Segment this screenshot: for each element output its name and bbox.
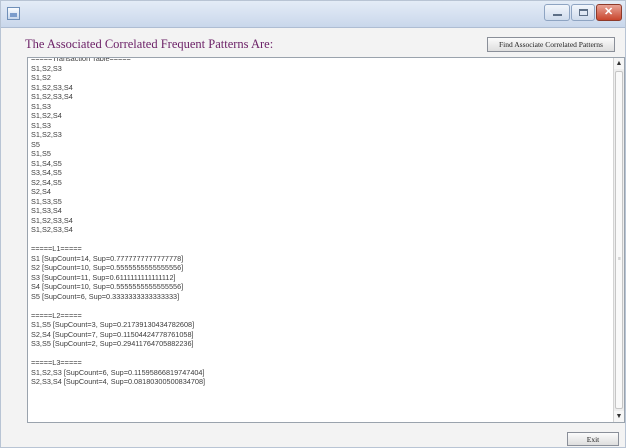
output-line: S1,S2 bbox=[31, 73, 51, 82]
output-line: S1,S5 [SupCount=3, Sup=0.217391304347826… bbox=[31, 320, 195, 329]
output-line: S1,S2,S3 bbox=[31, 130, 62, 139]
output-line: S3 [SupCount=11, Sup=0.6111111111111112] bbox=[31, 272, 176, 282]
output-line: S1,S2,S3,S4 bbox=[31, 82, 73, 92]
vertical-scrollbar[interactable]: ▲ ≡ ▼ bbox=[613, 58, 624, 422]
output-line: S1 [SupCount=14, Sup=0.7777777777777778] bbox=[31, 253, 184, 263]
output-line: S1,S3,S5 bbox=[31, 196, 62, 206]
scroll-grip-icon: ≡ bbox=[618, 256, 621, 262]
output-line: S2,S3,S4 [SupCount=4, Sup=0.081803005008… bbox=[31, 377, 206, 386]
output-line: S1,S2,S3 bbox=[31, 63, 62, 73]
output-line: S2 [SupCount=10, Sup=0.5555555555555556] bbox=[31, 263, 184, 272]
scroll-down-arrow-icon[interactable]: ▼ bbox=[614, 411, 624, 422]
output-line: S3,S5 [SupCount=2, Sup=0.294117647058822… bbox=[31, 339, 194, 348]
output-line: S1,S5 bbox=[31, 149, 51, 158]
output-line: =====L2===== bbox=[31, 310, 82, 320]
close-icon[interactable] bbox=[596, 4, 622, 21]
output-text-area[interactable]: =====Transaction Table===== S1,S2,S3 S1,S2… bbox=[27, 57, 625, 423]
output-line: S1,S3 bbox=[31, 101, 51, 111]
result-heading: The Associated Correlated Frequent Patte… bbox=[25, 37, 274, 51]
output-line: S1,S3 bbox=[31, 120, 51, 130]
scroll-up-arrow-icon[interactable]: ▲ bbox=[614, 58, 624, 69]
output-line: S5 [SupCount=6, Sup=0.3333333333333333] bbox=[31, 291, 180, 301]
output-line: =====L1===== bbox=[31, 244, 82, 253]
output-line: S2,S4,S5 bbox=[31, 177, 62, 187]
output-line: S1,S2,S3 [SupCount=6, Sup=0.115958668197… bbox=[31, 367, 205, 377]
maximize-icon[interactable] bbox=[571, 4, 595, 21]
exit-button[interactable]: Exit bbox=[567, 432, 619, 446]
output-line: S5 bbox=[31, 139, 40, 149]
output-line: =====L3===== bbox=[31, 358, 82, 367]
output-line: S1,S2,S3,S4 bbox=[31, 215, 73, 225]
find-associate-correlated-patterns-button[interactable]: Find Associate Correlated Patterns bbox=[487, 37, 615, 52]
output-line: S2,S4 bbox=[31, 187, 51, 196]
output-line: S1,S3,S4 bbox=[31, 206, 62, 215]
application-window: The Associated Correlated Frequent Patte… bbox=[0, 0, 626, 448]
output-line: S4 [SupCount=10, Sup=0.5555555555555556] bbox=[31, 282, 184, 291]
output-line: S1,S2,S3,S4 bbox=[31, 225, 73, 234]
minimize-icon[interactable] bbox=[544, 4, 570, 21]
output-line: S1,S2,S3,S4 bbox=[31, 92, 73, 101]
scroll-thumb[interactable]: ≡ bbox=[615, 71, 623, 409]
title-bar[interactable] bbox=[1, 1, 625, 28]
output-text: =====Transaction Table===== S1,S2,S3 S1,S2… bbox=[31, 58, 606, 387]
output-line: S2,S4 [SupCount=7, Sup=0.115044247787610… bbox=[31, 329, 194, 339]
output-line: S1,S2,S4 bbox=[31, 111, 62, 120]
java-app-icon bbox=[7, 7, 20, 20]
output-line: S3,S4,S5 bbox=[31, 168, 62, 177]
output-line: S1,S4,S5 bbox=[31, 158, 62, 168]
